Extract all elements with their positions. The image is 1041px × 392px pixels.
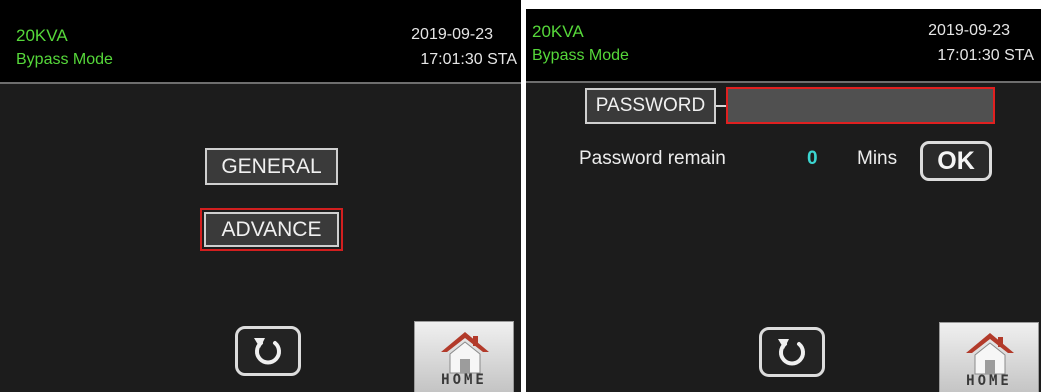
home-icon — [441, 332, 489, 374]
header-divider — [526, 81, 1041, 83]
home-button[interactable]: HOME — [414, 321, 514, 392]
password-input[interactable] — [726, 87, 995, 124]
settings-menu-screen: 20KVA Bypass Mode 2019-09-23 17:01:30 ST… — [0, 0, 521, 392]
password-remain-value: 0 — [807, 148, 818, 169]
password-remain-label: Password remain — [579, 148, 726, 169]
device-model: 20KVA — [532, 22, 584, 41]
header-divider — [0, 82, 521, 84]
date-display: 2019-09-23 — [928, 22, 1010, 39]
operating-mode: Bypass Mode — [532, 47, 629, 64]
status-header: 20KVA Bypass Mode 2019-09-23 17:01:30 ST… — [526, 9, 1041, 81]
ok-button[interactable]: OK — [920, 141, 992, 181]
home-label: HOME — [966, 373, 1012, 389]
back-button[interactable] — [235, 326, 301, 376]
time-display: 17:01:30 STA — [420, 51, 517, 68]
password-connector — [716, 105, 726, 107]
advance-button[interactable]: ADVANCE — [204, 212, 339, 247]
back-icon — [778, 339, 805, 366]
password-screen: 20KVA Bypass Mode 2019-09-23 17:01:30 ST… — [526, 9, 1041, 392]
password-remain-unit: Mins — [857, 148, 898, 169]
back-icon — [254, 338, 281, 365]
time-display: 17:01:30 STA — [937, 47, 1034, 64]
device-model: 20KVA — [16, 26, 68, 45]
back-button[interactable] — [759, 327, 825, 377]
status-header: 20KVA Bypass Mode 2019-09-23 17:01:30 ST… — [0, 0, 521, 82]
operating-mode: Bypass Mode — [16, 51, 113, 68]
home-icon — [966, 333, 1014, 375]
general-button[interactable]: GENERAL — [205, 148, 338, 185]
home-button[interactable]: HOME — [939, 322, 1039, 392]
advance-selection-frame: ADVANCE — [200, 208, 343, 251]
home-label: HOME — [441, 372, 487, 388]
date-display: 2019-09-23 — [411, 26, 493, 43]
password-label: PASSWORD — [585, 88, 716, 124]
